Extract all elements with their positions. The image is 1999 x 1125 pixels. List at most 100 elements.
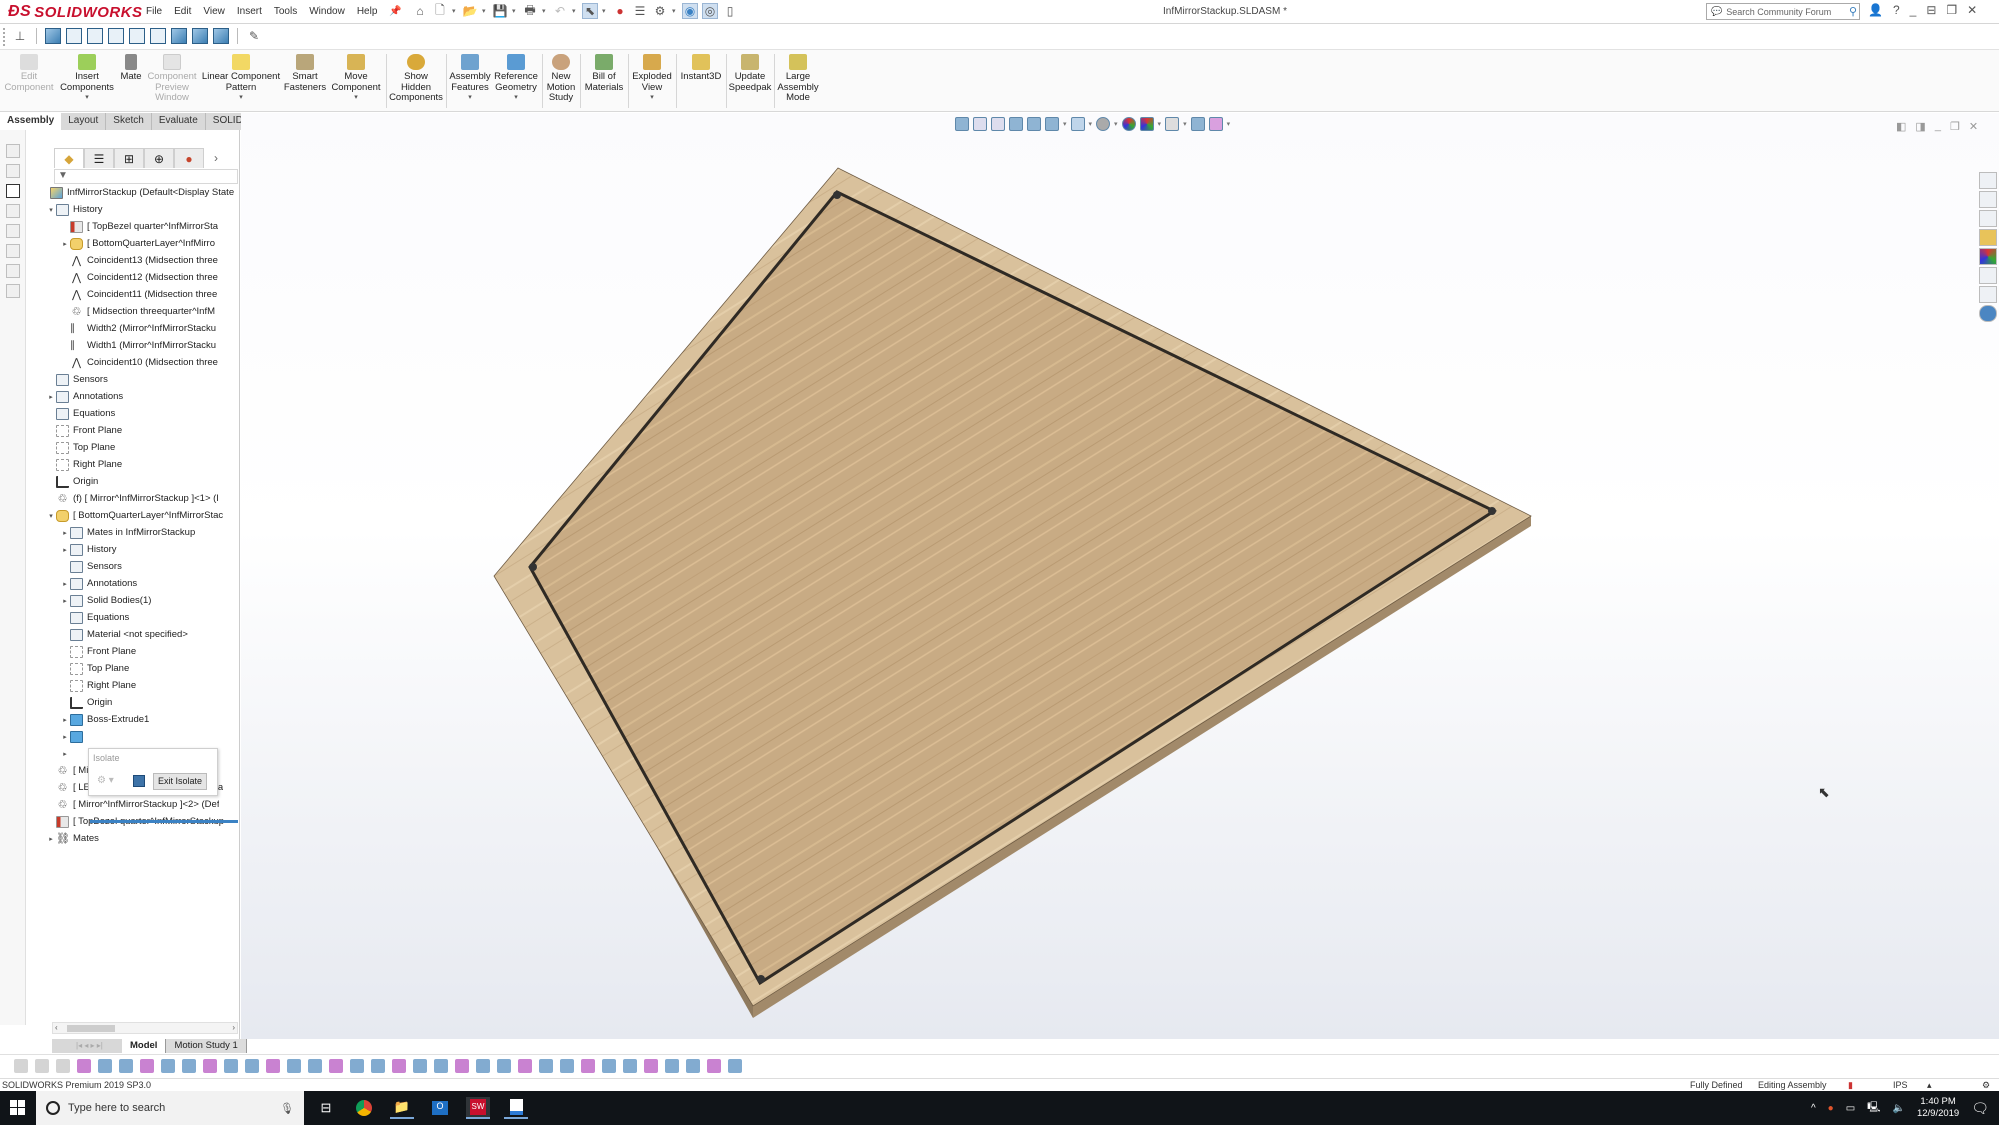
undo-dropdown[interactable]: ▾ — [572, 7, 578, 15]
expand-toggle-icon[interactable]: ▸ — [60, 546, 70, 554]
solidworks-logo[interactable]: ƉS SOLIDWORKS — [8, 2, 143, 22]
realview-icon[interactable]: ◎ — [702, 3, 718, 19]
tab-assembly[interactable]: Assembly — [0, 113, 62, 130]
menu-edit[interactable]: Edit — [168, 4, 197, 19]
new-motion-study-button[interactable]: New Motion Study — [546, 54, 576, 104]
dropdown-arrow[interactable]: ▾ — [1089, 120, 1093, 128]
tree-item[interactable]: [ TopBezel quarter^InfMirrorSta — [60, 218, 218, 235]
tree-item[interactable]: Right Plane — [60, 677, 136, 694]
tree-item[interactable]: Front Plane — [46, 422, 122, 439]
component-preview-button[interactable]: Component Preview Window — [146, 54, 198, 104]
tile-left-icon[interactable]: ◧ — [1896, 120, 1906, 133]
file-explorer-icon[interactable]: 📁 — [390, 1097, 414, 1119]
tree-item[interactable]: ⋀ Coincident10 (Midsection three — [60, 354, 218, 371]
previous-view-icon[interactable] — [991, 117, 1005, 131]
expand-toggle-icon[interactable]: ▸ — [60, 240, 70, 248]
bill-of-materials-button[interactable]: Bill of Materials — [584, 54, 624, 93]
battery-icon[interactable]: ▭ — [1846, 1103, 1855, 1114]
menu-tools[interactable]: Tools — [268, 4, 303, 19]
more-tabs-icon[interactable]: › — [214, 148, 218, 168]
tab-navigation[interactable]: |◂ ◂ ▸ ▸| — [52, 1039, 122, 1053]
view-palette-icon[interactable] — [1979, 229, 1997, 246]
volume-icon[interactable]: 🔈 — [1893, 1103, 1905, 1114]
user-icon[interactable]: 👤 — [1868, 3, 1883, 17]
annotation-icon[interactable] — [434, 1059, 448, 1073]
tree-item[interactable]: Equations — [46, 405, 115, 422]
expand-toggle-icon[interactable]: ▸ — [60, 750, 70, 758]
exit-isolate-button[interactable]: Exit Isolate — [153, 773, 207, 790]
face-icon[interactable] — [182, 1059, 196, 1073]
solidworks-resources-icon[interactable] — [1979, 172, 1997, 189]
update-speedpak-button[interactable]: Update Speedpak — [729, 54, 771, 93]
expand-toggle-icon[interactable]: ▸ — [60, 529, 70, 537]
assembly-features-button[interactable]: Assembly Features ▾ — [449, 54, 491, 104]
hole-icon[interactable] — [539, 1059, 553, 1073]
left-tool-icon-active[interactable] — [6, 184, 20, 198]
dropdown-arrow[interactable]: ▾ — [85, 93, 89, 104]
line-icon[interactable] — [161, 1059, 175, 1073]
tree-item[interactable]: ∥ Width2 (Mirror^InfMirrorStacku — [60, 320, 216, 337]
print-icon[interactable]: 🖶 — [522, 3, 538, 19]
isometric-view-icon[interactable] — [171, 28, 187, 44]
normal-to-icon[interactable]: ⊥ — [12, 28, 28, 44]
dynamic-annotation-icon[interactable] — [1027, 117, 1041, 131]
propertymanager-tab-icon[interactable]: ☰ — [84, 148, 114, 168]
tile-right-icon[interactable]: ◨ — [1915, 120, 1925, 133]
route-icon[interactable] — [686, 1059, 700, 1073]
tile-icon[interactable]: ⊟ — [1926, 3, 1936, 17]
toggle-icon[interactable] — [707, 1059, 721, 1073]
expand-toggle-icon[interactable]: ▸ — [46, 835, 56, 843]
tree-item[interactable]: ▸ [ BottomQuarterLayer^InfMirro — [60, 235, 215, 252]
sketch-icon[interactable] — [308, 1059, 322, 1073]
isolate-options-icon[interactable]: ⚙ ▾ — [97, 775, 114, 786]
midpoint-icon[interactable] — [371, 1059, 385, 1073]
print-dropdown[interactable]: ▾ — [542, 7, 548, 15]
menu-help[interactable]: Help — [351, 4, 384, 19]
left-view-icon[interactable] — [87, 28, 103, 44]
block-icon[interactable] — [518, 1059, 532, 1073]
vertex-icon[interactable] — [287, 1059, 301, 1073]
select-dropdown[interactable] — [98, 1059, 112, 1073]
solidworks-forum-icon[interactable] — [1979, 286, 1997, 303]
display-manager-tab-icon[interactable]: ● — [174, 148, 204, 168]
graphics-area[interactable] — [241, 113, 1999, 1109]
tree-item[interactable]: Sensors — [46, 371, 108, 388]
apply-scene-icon[interactable] — [1139, 117, 1154, 131]
tab-layout[interactable]: Layout — [61, 113, 107, 130]
tab-motion-study-1[interactable]: Motion Study 1 — [166, 1039, 247, 1053]
menu-file[interactable]: File — [140, 4, 168, 19]
cosmetic-icon[interactable] — [560, 1059, 574, 1073]
connector-icon[interactable] — [665, 1059, 679, 1073]
centermark-icon[interactable] — [581, 1059, 595, 1073]
featuremanager-tab-icon[interactable]: ◆ — [54, 148, 84, 168]
rebuild-status-icon[interactable]: ▮ — [1848, 1080, 1853, 1091]
help-icon[interactable]: ? — [1893, 3, 1900, 17]
left-tool-icon[interactable] — [6, 264, 20, 278]
surface-finish-icon[interactable] — [497, 1059, 511, 1073]
dropdown-arrow[interactable]: ▾ — [468, 93, 472, 104]
restore-icon[interactable]: ❐ — [1946, 3, 1957, 17]
rollback-bar[interactable] — [90, 820, 238, 823]
tree-item[interactable]: ♲ (f) [ Mirror^InfMirrorStackup ]<1> (I — [46, 490, 219, 507]
left-tool-icon[interactable] — [6, 224, 20, 238]
tree-item[interactable]: ∥ Width1 (Mirror^InfMirrorStacku — [60, 337, 216, 354]
tree-item[interactable]: ▸ Boss-Extrude1 — [60, 711, 149, 728]
save-dropdown[interactable]: ▾ — [512, 7, 518, 15]
tree-item[interactable]: ▸ Solid Bodies(1) — [60, 592, 151, 609]
dropdown-arrow[interactable]: ▾ — [1114, 120, 1118, 128]
taskbar-search[interactable]: Type here to search 🎙 — [36, 1091, 304, 1125]
outlook-icon[interactable]: O — [428, 1097, 452, 1119]
mate-button[interactable]: Mate — [120, 54, 142, 83]
home-icon[interactable]: ⌂ — [412, 3, 428, 19]
expand-toggle-icon[interactable]: ▾ — [46, 512, 56, 520]
save-display-state-icon[interactable] — [133, 775, 145, 787]
new-dropdown[interactable]: ▾ — [452, 7, 458, 15]
surface-icon[interactable] — [203, 1059, 217, 1073]
tree-item[interactable]: Material <not specified> — [60, 626, 188, 643]
unit-system[interactable]: IPS — [1893, 1080, 1908, 1090]
smart-fasteners-button[interactable]: Smart Fasteners — [284, 54, 326, 93]
mate-icon[interactable] — [602, 1059, 616, 1073]
expand-toggle-icon[interactable]: ▸ — [60, 733, 70, 741]
tree-item[interactable]: Right Plane — [46, 456, 122, 473]
insert-components-button[interactable]: Insert Components ▾ — [58, 54, 116, 104]
